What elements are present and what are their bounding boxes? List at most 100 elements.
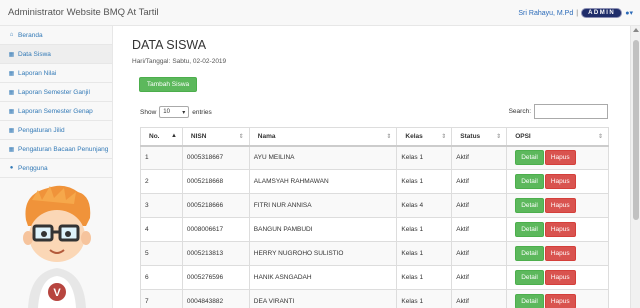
- detail-button[interactable]: Detail: [515, 198, 544, 213]
- detail-button[interactable]: Detail: [515, 150, 544, 166]
- search-control: Search:: [509, 104, 608, 119]
- table-row: 3 0005218666 FITRI NUR ANNISA Kelas 4 Ak…: [140, 193, 609, 218]
- detail-button[interactable]: Detail: [515, 294, 544, 308]
- sidebar-item-label: Laporan Semester Ganjil: [18, 88, 90, 96]
- table-row: 4 0008006617 BANGUN PAMBUDI Kelas 1 Akti…: [140, 217, 609, 242]
- mascot-avatar: V: [23, 185, 91, 308]
- table-icon: ▦: [8, 146, 15, 153]
- table-header-row: No. ▲ NISN ⇕ Nama ⇕ Kelas ⇕ Status ⇕ OPSI ⇕: [140, 127, 609, 147]
- delete-button[interactable]: Hapus: [544, 270, 576, 285]
- sidebar-item-label: Pengguna: [18, 164, 48, 172]
- table-row: 7 0004843882 DEA VIRANTI Kelas 1 Aktif D…: [140, 289, 609, 308]
- page-title: DATA SISWA: [132, 38, 207, 52]
- search-input[interactable]: [534, 104, 608, 119]
- delete-button[interactable]: Hapus: [544, 174, 576, 189]
- home-icon: ⌂: [9, 32, 14, 38]
- sidebar-item-label: Beranda: [18, 31, 43, 39]
- page-scrollbar[interactable]: [630, 26, 640, 308]
- sidebar-item-pengaturan-bacaan-penunjang[interactable]: ▦ Pengaturan Bacaan Penunjang: [0, 140, 112, 159]
- user-icon: ●: [9, 165, 14, 171]
- table-icon: ▦: [8, 127, 15, 134]
- sort-icon: ⇕: [441, 134, 447, 140]
- table-icon: ▦: [8, 89, 15, 96]
- cell-kelas: Kelas 1: [396, 241, 453, 266]
- cell-nisn: 0005218666: [181, 193, 250, 218]
- sidebar-item-pengguna[interactable]: ● Pengguna: [0, 159, 112, 178]
- delete-button[interactable]: Hapus: [544, 222, 576, 237]
- sidebar-item-laporan-semester-genap[interactable]: ▦ Laporan Semester Genap: [0, 102, 112, 121]
- sidebar-item-data-siswa[interactable]: ▦ Data Siswa: [0, 45, 112, 64]
- scroll-up-icon[interactable]: [633, 28, 639, 32]
- scrollbar-thumb[interactable]: [633, 40, 639, 220]
- cell-kelas: Kelas 4: [396, 193, 453, 218]
- cell-nisn: 0005276596: [181, 265, 250, 290]
- cell-status: Aktif: [451, 265, 508, 290]
- cell-status: Aktif: [451, 241, 508, 266]
- svg-text:V: V: [53, 287, 61, 299]
- user-name[interactable]: Sri Rahayu, M.Pd: [518, 10, 573, 17]
- table-row: 2 0005218668 ALAMSYAH RAHMAWAN Kelas 1 A…: [140, 169, 609, 194]
- column-header-opsi[interactable]: OPSI ⇕: [506, 127, 609, 147]
- cell-nama: ALAMSYAH RAHMAWAN: [248, 169, 398, 194]
- table-icon: ▦: [8, 51, 15, 58]
- user-menu[interactable]: Sri Rahayu, M.Pd | ADMIN ●▾: [518, 8, 633, 18]
- column-header-nama[interactable]: Nama ⇕: [248, 127, 398, 147]
- sidebar-item-label: Pengaturan Bacaan Penunjang: [18, 145, 109, 153]
- column-header-no[interactable]: No. ▲: [140, 127, 183, 147]
- chevron-down-icon: ▾: [182, 109, 186, 116]
- sort-icon: ⇕: [597, 134, 603, 140]
- delete-button[interactable]: Hapus: [544, 198, 576, 213]
- add-student-button[interactable]: Tambah Siswa: [139, 77, 197, 92]
- sidebar-item-label: Laporan Semester Genap: [18, 107, 93, 115]
- column-header-kelas[interactable]: Kelas ⇕: [396, 127, 453, 147]
- table-icon: ▦: [8, 70, 15, 77]
- cell-status: Aktif: [451, 145, 508, 170]
- cell-no: 7: [140, 289, 183, 308]
- detail-button[interactable]: Detail: [515, 174, 544, 189]
- cell-opsi: Detail Hapus: [506, 289, 609, 308]
- cell-opsi: Detail Hapus: [506, 241, 609, 266]
- cell-status: Aktif: [451, 289, 508, 308]
- date-label: Hari/Tanggal:: [132, 58, 171, 65]
- cell-nisn: 0004843882: [181, 289, 250, 308]
- entries-select[interactable]: 10 ▾: [159, 106, 190, 118]
- cell-no: 5: [140, 241, 183, 266]
- cell-status: Aktif: [451, 193, 508, 218]
- cell-kelas: Kelas 1: [396, 217, 453, 242]
- table-icon: ▦: [8, 108, 15, 115]
- separator: |: [576, 9, 579, 17]
- cell-opsi: Detail Hapus: [506, 193, 609, 218]
- sort-icon: ⇕: [386, 134, 392, 140]
- delete-button[interactable]: Hapus: [544, 150, 576, 166]
- cell-opsi: Detail Hapus: [506, 169, 609, 194]
- sidebar-item-beranda[interactable]: ⌂ Beranda: [0, 26, 112, 45]
- cell-kelas: Kelas 1: [396, 145, 453, 170]
- detail-button[interactable]: Detail: [515, 222, 544, 237]
- detail-button[interactable]: Detail: [515, 270, 544, 285]
- sidebar-item-pengaturan-jilid[interactable]: ▦ Pengaturan Jilid: [0, 121, 112, 140]
- sidebar-item-label: Data Siswa: [18, 50, 51, 58]
- detail-button[interactable]: Detail: [515, 246, 544, 261]
- entries-label: entries: [192, 108, 212, 116]
- delete-button[interactable]: Hapus: [544, 294, 576, 308]
- sidebar: ⌂ Beranda ▦ Data Siswa ▦ Laporan Nilai ▦…: [0, 26, 113, 308]
- cell-nisn: 0005318667: [181, 145, 250, 170]
- sort-asc-icon: ▲: [170, 133, 177, 139]
- user-dropdown-icon[interactable]: ●▾: [625, 9, 633, 17]
- cell-nisn: 0005213813: [181, 241, 250, 266]
- cell-no: 1: [140, 145, 183, 170]
- column-header-nisn[interactable]: NISN ⇕: [181, 127, 250, 147]
- cell-nisn: 0008006617: [181, 217, 250, 242]
- sidebar-item-label: Laporan Nilai: [18, 69, 57, 77]
- sort-icon: ⇕: [496, 134, 502, 140]
- brand-title[interactable]: Administrator Website BMQ At Tartil: [8, 7, 159, 18]
- cell-no: 2: [140, 169, 183, 194]
- entries-select-value: 10: [163, 109, 170, 115]
- delete-button[interactable]: Hapus: [544, 246, 576, 261]
- column-header-status[interactable]: Status ⇕: [451, 127, 508, 147]
- search-label: Search:: [508, 108, 531, 115]
- cell-nama: HERRY NUGROHO SULISTIO: [248, 241, 398, 266]
- cell-opsi: Detail Hapus: [506, 145, 609, 170]
- sidebar-item-laporan-semester-ganjil[interactable]: ▦ Laporan Semester Ganjil: [0, 83, 112, 102]
- sidebar-item-laporan-nilai[interactable]: ▦ Laporan Nilai: [0, 64, 112, 83]
